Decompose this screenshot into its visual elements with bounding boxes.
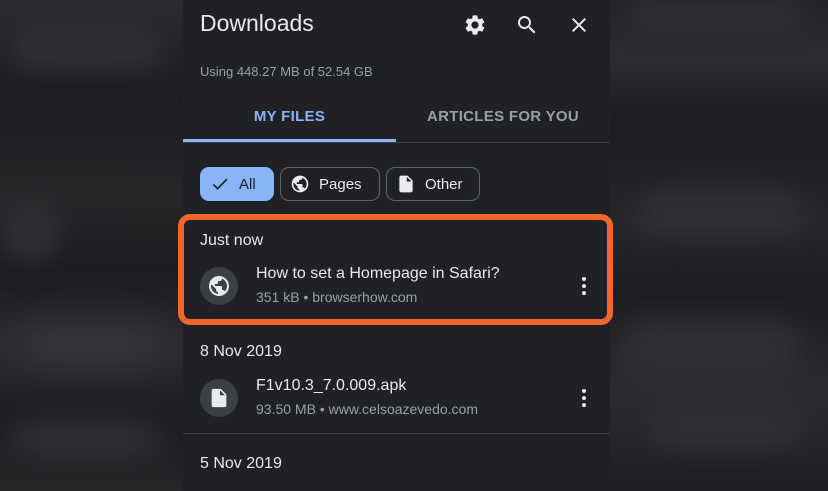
filter-chip-all[interactable]: All [200,167,274,201]
blurred-shape [0,205,60,265]
tab-indicator [183,139,396,142]
section-heading-8-nov-2019: 8 Nov 2019 [200,343,282,360]
blurred-shape [650,410,800,445]
close-icon[interactable] [566,12,592,38]
gear-icon[interactable] [462,12,488,38]
section-heading-5-nov-2019: 5 Nov 2019 [200,455,282,472]
blurred-shape [10,420,160,455]
file-icon [396,174,416,194]
more-options-icon[interactable] [572,386,596,410]
filter-chip-pages[interactable]: Pages [280,167,380,201]
tab-bar: MY FILES ARTICLES FOR YOU [183,90,610,143]
storage-usage-text: Using 448.27 MB of 52.54 GB [200,64,373,79]
blurred-shape [20,320,160,370]
background-right [610,0,828,491]
blurred-shape [640,190,800,235]
search-icon[interactable] [514,12,540,38]
tab-my-files[interactable]: MY FILES [183,90,396,142]
filter-chip-other[interactable]: Other [386,167,480,201]
filter-chip-label: Other [425,175,463,193]
blurred-shape [620,320,800,375]
blurred-shape [630,0,800,25]
tab-articles-for-you[interactable]: ARTICLES FOR YOU [396,90,610,142]
list-divider [183,433,610,434]
page-title: Downloads [200,10,314,36]
blurred-shape [10,30,160,70]
download-title: F1v10.3_7.0.009.apk [256,377,407,394]
download-item[interactable]: F1v10.3_7.0.009.apk 93.50 MB • www.celso… [183,368,610,428]
filter-chip-label: All [239,175,256,193]
background-left [0,0,183,491]
highlight-box [178,214,613,325]
file-icon [200,379,238,417]
check-icon [210,174,230,194]
filter-chip-label: Pages [319,175,362,193]
globe-icon [290,174,310,194]
download-meta: 93.50 MB • www.celsoazevedo.com [256,401,479,417]
